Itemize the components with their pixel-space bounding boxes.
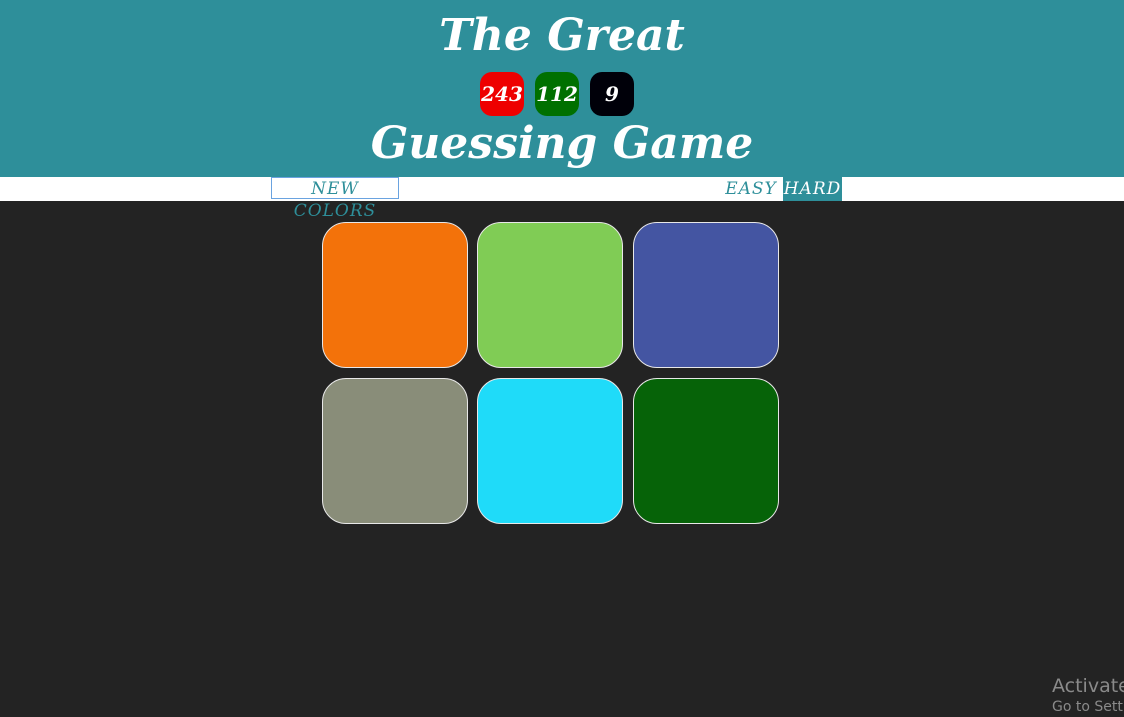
color-board bbox=[322, 222, 780, 524]
color-square-4[interactable] bbox=[322, 378, 468, 524]
color-square-1[interactable] bbox=[322, 222, 468, 368]
blue-value-chip: 9 bbox=[590, 72, 634, 116]
control-stripe: NEW COLORS EASY HARD bbox=[0, 177, 1124, 221]
color-square-5[interactable] bbox=[477, 378, 623, 524]
red-value-chip: 243 bbox=[480, 72, 524, 116]
color-square-6[interactable] bbox=[633, 378, 779, 524]
hard-mode-button[interactable]: HARD bbox=[783, 177, 842, 201]
watermark-line-2: Go to Setti bbox=[1052, 699, 1124, 715]
color-square-2[interactable] bbox=[477, 222, 623, 368]
title-guessing-game: Guessing Game bbox=[370, 118, 754, 169]
rgb-display: 243 112 9 bbox=[480, 72, 634, 116]
title-the-great: The Great bbox=[439, 10, 685, 61]
windows-activation-watermark: Activate Go to Setti bbox=[1052, 674, 1124, 716]
easy-mode-button[interactable]: EASY bbox=[722, 177, 780, 201]
new-colors-button[interactable]: NEW COLORS bbox=[271, 177, 399, 221]
watermark-line-1: Activate bbox=[1052, 675, 1124, 697]
green-value-chip: 112 bbox=[535, 72, 579, 116]
header: The Great 243 112 9 Guessing Game bbox=[0, 0, 1124, 177]
color-square-3[interactable] bbox=[633, 222, 779, 368]
